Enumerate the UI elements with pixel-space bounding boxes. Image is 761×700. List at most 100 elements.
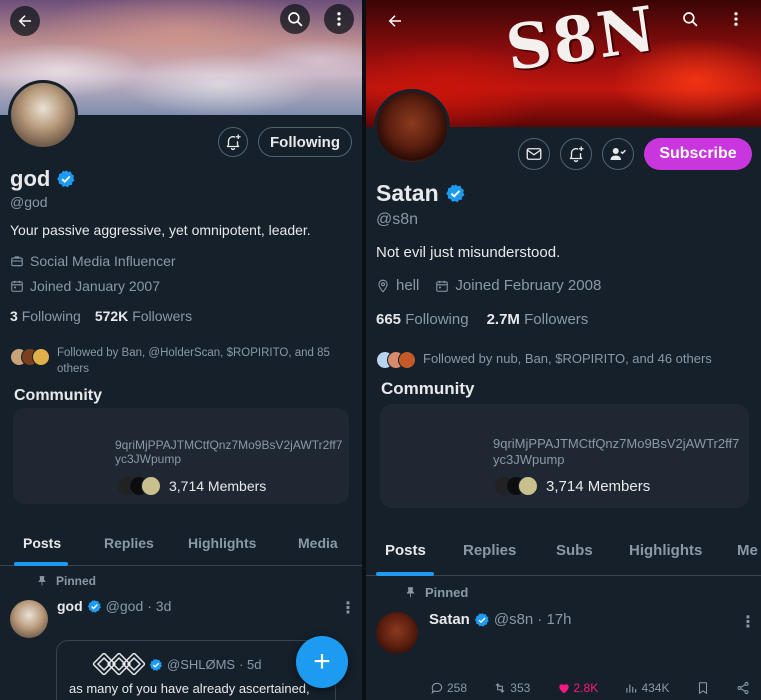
mail-icon[interactable] — [518, 138, 550, 170]
profile-bio: Your passive aggressive, yet omnipotent,… — [10, 222, 311, 238]
post-time: · 3d — [147, 598, 172, 614]
followers-stat[interactable]: 2.7M Followers — [487, 311, 589, 328]
member-avatars — [117, 476, 161, 496]
quote-avatar-pattern — [91, 651, 147, 677]
display-name: Satan — [376, 180, 439, 206]
plus-icon: + — [313, 645, 331, 678]
bookmark-action[interactable] — [696, 681, 710, 695]
search-icon[interactable] — [675, 4, 705, 34]
bookmark-icon — [698, 682, 707, 695]
reply-count: 258 — [447, 681, 468, 695]
community-card[interactable]: 9qriMjPPAJTMCtfQnz7Mo9BsV2jAWTr2ff7yc3JW… — [13, 408, 349, 504]
post-avatar[interactable] — [10, 600, 48, 638]
calendar-icon — [435, 279, 449, 293]
verified-badge-icon — [87, 599, 102, 614]
followed-by[interactable]: Followed by Ban, @HolderScan, $ROPIRITO,… — [10, 346, 355, 377]
verified-badge-icon — [56, 169, 76, 189]
post-avatar[interactable] — [376, 612, 418, 654]
like-action[interactable]: 2.8K — [557, 681, 599, 695]
calendar-icon — [10, 279, 24, 293]
tab-replies[interactable]: Replies — [104, 535, 154, 551]
joined-text: Joined February 2008 — [455, 277, 602, 294]
following-stat[interactable]: 665 Following — [376, 311, 469, 328]
search-icon[interactable] — [280, 4, 310, 34]
verified-badge-icon — [474, 612, 490, 628]
community-members: 3,714 Members — [117, 476, 266, 496]
meta-row: hell Joined February 2008 — [376, 277, 601, 294]
post-author[interactable]: god — [57, 598, 83, 614]
follow-stats: 665 Following 2.7M Followers — [376, 311, 588, 328]
quoted-post[interactable]: @SHLØMS · 5d as many of you have already… — [56, 640, 336, 700]
location-text: hell — [396, 277, 420, 294]
tab-posts[interactable]: Posts — [23, 535, 61, 551]
repost-action[interactable]: 353 — [493, 681, 530, 695]
more-vertical-icon[interactable] — [721, 4, 751, 34]
profile-handle: @god — [10, 194, 48, 210]
post-header: Satan @s8n · 17h — [429, 611, 571, 628]
repost-count: 353 — [510, 681, 531, 695]
community-name: 9qriMjPPAJTMCtfQnz7Mo9BsV2jAWTr2ff7yc3JW… — [115, 438, 343, 467]
bell-plus-icon[interactable] — [560, 138, 592, 170]
tab-posts[interactable]: Posts — [385, 542, 426, 559]
post-author[interactable]: Satan — [429, 611, 470, 628]
post-time: · 17h — [537, 611, 572, 628]
share-action[interactable] — [736, 681, 750, 695]
community-title: Community — [14, 387, 102, 404]
compose-button[interactable]: + — [296, 636, 348, 688]
active-tab-indicator — [14, 562, 68, 566]
left-profile-panel: Following god @god Your passive aggressi… — [0, 0, 362, 700]
tab-replies[interactable]: Replies — [463, 542, 516, 559]
post-more-icon[interactable]: ⋮ — [740, 612, 756, 632]
profile-bio: Not evil just misunderstood. — [376, 244, 561, 261]
members-count: 3,714 Members — [546, 477, 651, 495]
followed-by-text: Followed by nub, Ban, $ROPIRITO, and 46 … — [423, 351, 712, 366]
reply-action[interactable]: 258 — [430, 681, 467, 695]
tab-media[interactable]: Media — [298, 535, 338, 551]
pinned-label: Pinned — [36, 574, 96, 588]
profile-tabs: Posts Replies Subs Highlights Me — [366, 526, 761, 576]
views-icon — [626, 684, 637, 693]
post-handle: @s8n — [493, 611, 534, 628]
back-arrow-icon[interactable] — [380, 6, 410, 36]
following-button[interactable]: Following — [258, 127, 352, 157]
person-check-icon[interactable] — [602, 138, 634, 170]
follow-stats: 3 Following 572K Followers — [10, 308, 192, 324]
heart-icon — [558, 684, 569, 694]
profile-avatar[interactable] — [374, 89, 450, 165]
verified-badge-icon — [149, 658, 163, 672]
tab-highlights[interactable]: Highlights — [188, 535, 256, 551]
post-handle: @god — [105, 598, 144, 614]
display-name: god — [10, 166, 51, 191]
banner-logo-text: S8N — [501, 0, 661, 86]
tab-highlights[interactable]: Highlights — [629, 542, 702, 559]
tab-subs[interactable]: Subs — [556, 542, 593, 559]
repost-icon — [495, 683, 505, 693]
pin-icon — [404, 586, 417, 599]
followed-by-text: Followed by Ban, @HolderScan, $ROPIRITO,… — [57, 347, 330, 375]
joined-text: Joined January 2007 — [30, 278, 160, 294]
more-vertical-icon[interactable] — [324, 4, 354, 34]
post-more-icon[interactable]: ⋮ — [340, 598, 356, 618]
category-text: Social Media Influencer — [30, 253, 176, 269]
category-row: Social Media Influencer — [10, 253, 176, 269]
views-action[interactable]: 434K — [624, 681, 669, 695]
quote-text: as many of you have already ascertained, — [69, 681, 310, 696]
followers-stat[interactable]: 572K Followers — [95, 308, 192, 324]
profile-avatar[interactable] — [8, 80, 78, 150]
quote-time: · 5d — [239, 657, 262, 672]
followed-by[interactable]: Followed by nub, Ban, $ROPIRITO, and 46 … — [376, 351, 756, 369]
bell-plus-icon[interactable] — [218, 127, 248, 157]
share-icon — [737, 681, 749, 695]
active-tab-indicator — [376, 572, 434, 576]
follower-avatars — [376, 351, 416, 369]
community-members: 3,714 Members — [494, 476, 650, 496]
community-card[interactable]: 9qriMjPPAJTMCtfQnz7Mo9BsV2jAWTr2ff7yc3JW… — [380, 404, 749, 508]
subscribe-button[interactable]: Subscribe — [644, 138, 752, 170]
pinned-text: Pinned — [56, 574, 97, 588]
like-count: 2.8K — [573, 681, 599, 695]
community-name: 9qriMjPPAJTMCtfQnz7Mo9BsV2jAWTr2ff7yc3JW… — [493, 436, 740, 467]
members-count: 3,714 Members — [169, 478, 267, 494]
following-stat[interactable]: 3 Following — [10, 308, 81, 324]
back-arrow-icon[interactable] — [10, 6, 40, 36]
tab-media[interactable]: Me — [737, 542, 758, 559]
